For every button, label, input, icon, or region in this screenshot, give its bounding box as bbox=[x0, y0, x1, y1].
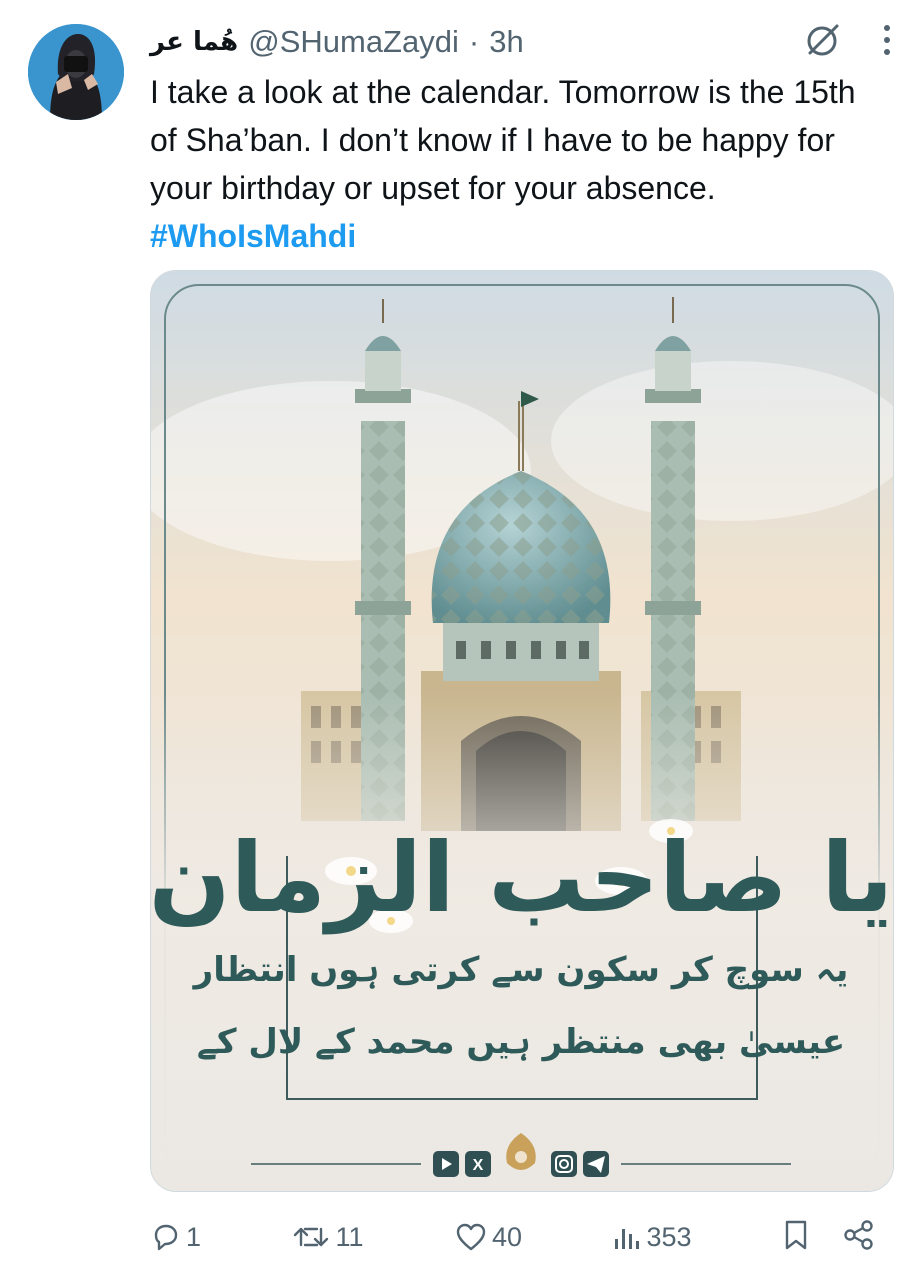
telegram-icon bbox=[583, 1151, 609, 1177]
x-glyph: X bbox=[473, 1157, 484, 1174]
like-button[interactable]: 40 bbox=[454, 1221, 522, 1253]
views-button[interactable]: 353 bbox=[612, 1221, 692, 1253]
grok-icon[interactable] bbox=[804, 21, 842, 59]
views-icon bbox=[612, 1221, 642, 1253]
x-icon: X bbox=[465, 1151, 491, 1177]
tweet-header: هُما عر @SHumaZaydi · 3h bbox=[150, 22, 524, 62]
repost-count: 11 bbox=[335, 1221, 364, 1252]
views-count: 353 bbox=[646, 1221, 692, 1252]
youtube-icon bbox=[433, 1151, 459, 1177]
repost-icon bbox=[291, 1221, 331, 1253]
bookmark-icon[interactable] bbox=[782, 1218, 810, 1257]
hashtag-link[interactable]: #WhoIsMahdi bbox=[150, 218, 356, 254]
instagram-icon bbox=[551, 1151, 577, 1177]
reply-icon bbox=[150, 1221, 182, 1253]
tweet-body: I take a look at the calendar. Tomorrow … bbox=[150, 74, 856, 206]
separator-dot: · bbox=[468, 24, 480, 59]
handle[interactable]: @SHumaZaydi bbox=[248, 24, 459, 60]
right-actions bbox=[782, 1218, 876, 1257]
reply-button[interactable]: 1 bbox=[150, 1221, 201, 1253]
tweet: هُما عر @SHumaZaydi · 3h I take a look a… bbox=[0, 0, 922, 1280]
share-icon[interactable] bbox=[842, 1218, 876, 1257]
display-name[interactable]: هُما عر bbox=[150, 27, 238, 57]
calligraphy-title: یا صاحب الزمان bbox=[151, 822, 893, 934]
like-count: 40 bbox=[491, 1221, 523, 1252]
timestamp[interactable]: 3h bbox=[489, 24, 523, 60]
header-actions bbox=[804, 18, 892, 62]
reply-count: 1 bbox=[186, 1221, 202, 1252]
poem-line-1: یہ سوچ کر سکون سے کرتی ہوں انتظار bbox=[192, 950, 849, 990]
tweet-actions: 1 11 40 353 bbox=[150, 1212, 876, 1262]
tweet-text: I take a look at the calendar. Tomorrow … bbox=[150, 68, 890, 260]
heart-icon bbox=[454, 1221, 488, 1253]
repost-button[interactable]: 11 bbox=[291, 1221, 364, 1253]
avatar[interactable] bbox=[28, 24, 124, 120]
more-options-icon[interactable] bbox=[882, 23, 892, 57]
tweet-media-image[interactable]: یا صاحب الزمان یہ سوچ کر سکون سے کرتی ہو… bbox=[150, 270, 894, 1192]
poem-line-2: عیسیٰ بھی منتظر ہیں محمد کے لال کے bbox=[197, 1022, 845, 1062]
